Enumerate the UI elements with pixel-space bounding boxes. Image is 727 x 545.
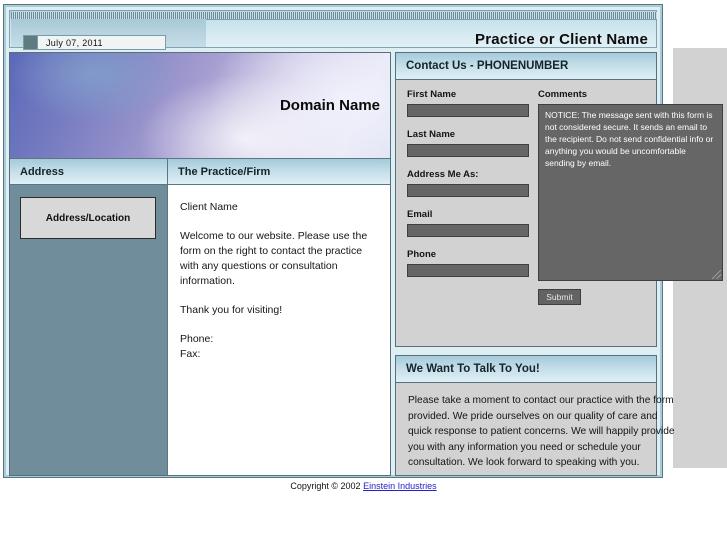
- footer-link-einstein-industries[interactable]: Einstein Industries: [363, 481, 437, 491]
- client-name-text: Client Name: [180, 201, 238, 213]
- column-bodies: Address/Location Client Name Welcome to …: [10, 185, 390, 475]
- first-name-label: First Name: [407, 89, 457, 100]
- page-frame: July 07, 2011 Practice or Client Name Do…: [3, 4, 723, 478]
- practice-title: Practice or Client Name: [475, 31, 648, 48]
- page-screenshot: July 07, 2011 Practice or Client Name Do…: [0, 0, 727, 545]
- last-name-label: Last Name: [407, 129, 456, 140]
- address-me-as-input[interactable]: [407, 184, 529, 197]
- fax-label: Fax:: [180, 348, 201, 360]
- right-column: Contact Us - PHONENUMBER First Name Last…: [395, 52, 723, 476]
- phone-label: Phone:: [180, 333, 214, 345]
- comments-label: Comments: [538, 89, 588, 100]
- date-text: July 07, 2011: [46, 37, 103, 48]
- footer: Copyright © 2002 Einstein Industries: [0, 481, 727, 491]
- contact-form: First Name Last Name Address Me As: Emai…: [396, 80, 723, 347]
- first-name-input[interactable]: [407, 104, 529, 117]
- header-address: Address: [10, 158, 168, 185]
- we-want-to-talk-panel: We Want To Talk To You! Please take a mo…: [395, 355, 675, 476]
- practice-content: Client Name Welcome to our website. Plea…: [168, 185, 390, 475]
- header-practice-firm: The Practice/Firm: [168, 158, 390, 185]
- comments-textarea-value: NOTICE: The message sent with this form …: [545, 110, 714, 168]
- date-swatch-icon: [24, 36, 38, 49]
- phone-input[interactable]: [407, 264, 529, 277]
- comments-textarea[interactable]: NOTICE: The message sent with this form …: [538, 104, 723, 281]
- footer-copyright: Copyright © 2002: [290, 481, 361, 491]
- email-input[interactable]: [407, 224, 529, 237]
- contact-us-panel: Contact Us - PHONENUMBER First Name Last…: [395, 52, 723, 347]
- form-fields-column: First Name Last Name Address Me As: Emai…: [407, 89, 535, 289]
- resize-grip-icon[interactable]: [712, 270, 721, 279]
- we-want-to-talk-body: Please take a moment to contact our prac…: [408, 395, 675, 468]
- email-label: Email: [407, 209, 433, 220]
- contact-us-heading: Contact Us - PHONENUMBER: [396, 53, 656, 80]
- phone-label-form: Phone: [407, 249, 437, 260]
- we-want-to-talk-heading: We Want To Talk To You!: [396, 356, 656, 383]
- welcome-text: Welcome to our website. Please use the f…: [180, 230, 368, 287]
- top-bar: July 07, 2011 Practice or Client Name: [9, 10, 657, 50]
- address-sidebar: Address/Location: [10, 185, 168, 475]
- submit-button[interactable]: Submit: [538, 289, 581, 305]
- thanks-text: Thank you for visiting!: [180, 304, 283, 316]
- left-column: Domain Name Address The Practice/Firm Ad…: [9, 52, 391, 476]
- date-display: July 07, 2011: [23, 35, 166, 50]
- column-headers: Address The Practice/Firm: [10, 158, 390, 185]
- banner-image: Domain Name: [10, 53, 390, 158]
- banner-domain-name: Domain Name: [279, 97, 380, 114]
- address-me-as-label: Address Me As:: [407, 169, 479, 180]
- last-name-input[interactable]: [407, 144, 529, 157]
- address-location-box[interactable]: Address/Location: [20, 197, 156, 239]
